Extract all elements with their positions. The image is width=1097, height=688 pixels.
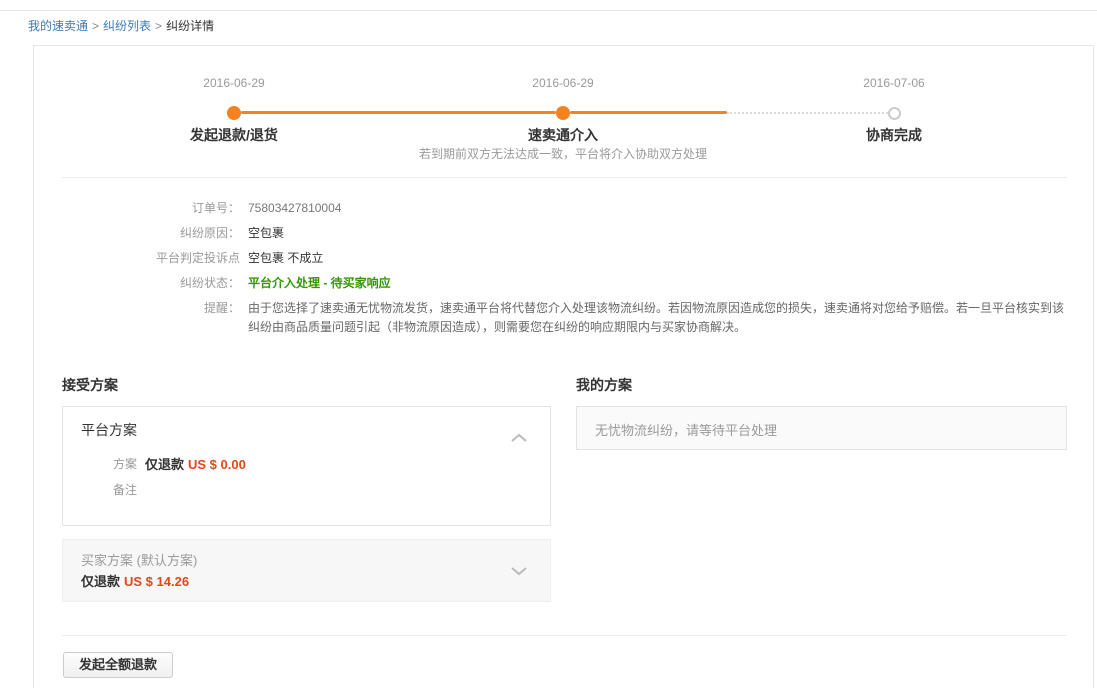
timeline-step2-date: 2016-06-29 <box>403 76 723 90</box>
platform-plan-card: 平台方案 方案 仅退款 US $ 0.00 备注 <box>62 406 551 526</box>
timeline-segment-done <box>241 111 556 114</box>
remark-label: 备注 <box>63 482 137 499</box>
platform-plan-header[interactable]: 平台方案 <box>63 407 550 440</box>
timeline-step3-label: 协商完成 <box>734 125 1054 145</box>
dispute-reason-label: 纠纷原因： <box>34 221 240 246</box>
chevron-up-icon[interactable] <box>510 433 528 443</box>
timeline-segment-pending <box>727 112 888 114</box>
dispute-status-label: 纠纷状态： <box>34 271 240 296</box>
order-number-value: 75803427810004 <box>248 196 341 221</box>
breadcrumb: 我的速卖通 > 纠纷列表 > 纠纷详情 <box>28 17 1097 34</box>
top-divider <box>0 10 1097 11</box>
plan-label: 方案 <box>63 456 137 473</box>
order-number-label: 订单号： <box>34 196 240 221</box>
timeline-step1-date: 2016-06-29 <box>74 76 394 90</box>
chevron-down-icon[interactable] <box>510 566 528 576</box>
platform-plan-amount: US $ 0.00 <box>188 456 246 473</box>
dispute-detail-panel: 2016-06-29 发起退款/退货 2016-06-29 速卖通介入 若到期前… <box>33 45 1094 688</box>
buyer-plan-amount-row: 仅退款 US $ 14.26 <box>81 571 510 590</box>
platform-plan-row: 方案 仅退款 US $ 0.00 <box>63 456 550 473</box>
timeline-step2-note: 若到期前双方无法达成一致，平台将介入协助双方处理 <box>323 145 803 162</box>
plans-section: 接受方案 平台方案 方案 仅退款 US $ 0.00 备注 买家方案 (默认方案… <box>62 375 1067 602</box>
actions-divider <box>62 635 1067 636</box>
breadcrumb-link-dispute-list[interactable]: 纠纷列表 <box>103 19 151 33</box>
timeline-dot-step3 <box>888 107 901 120</box>
dispute-progress-timeline: 2016-06-29 发起退款/退货 2016-06-29 速卖通介入 若到期前… <box>34 46 1093 177</box>
timeline-step3-date: 2016-07-06 <box>734 76 1054 90</box>
detail-row-dispute-reason: 纠纷原因： 空包裹 <box>34 221 1093 246</box>
detail-row-reminder: 提醒： 由于您选择了速卖通无忧物流发货，速卖通平台将代替您介入处理该物流纠纷。若… <box>34 299 1093 337</box>
full-refund-button[interactable]: 发起全额退款 <box>63 652 173 678</box>
breadcrumb-separator: > <box>155 19 162 33</box>
breadcrumb-current-dispute-detail: 纠纷详情 <box>166 19 214 33</box>
my-plan-column: 我的方案 无忧物流纠纷，请等待平台处理 <box>576 375 1067 602</box>
my-plan-message: 无忧物流纠纷，请等待平台处理 <box>595 423 777 438</box>
buyer-plan-amount: US $ 14.26 <box>124 574 189 589</box>
platform-judgement-value: 空包裹 不成立 <box>248 246 323 271</box>
plan-type-value: 仅退款 <box>145 456 184 473</box>
dispute-status-value: 平台介入处理 - 待买家响应 <box>248 271 391 296</box>
timeline-segment-partial <box>570 111 727 114</box>
breadcrumb-separator: > <box>92 19 99 33</box>
dispute-details: 订单号： 75803427810004 纠纷原因： 空包裹 平台判定投诉点 空包… <box>34 196 1093 337</box>
buyer-plan-type: 仅退款 <box>81 574 120 589</box>
detail-row-dispute-status: 纠纷状态： 平台介入处理 - 待买家响应 <box>34 271 1093 296</box>
section-divider <box>62 177 1067 178</box>
reminder-text: 由于您选择了速卖通无忧物流发货，速卖通平台将代替您介入处理该物流纠纷。若因物流原… <box>248 299 1066 337</box>
timeline-dot-step1 <box>227 106 241 120</box>
reminder-label: 提醒： <box>34 299 240 337</box>
timeline-step2-label: 速卖通介入 <box>403 125 723 145</box>
dispute-reason-value: 空包裹 <box>248 221 284 246</box>
my-plan-title: 我的方案 <box>576 375 1067 394</box>
detail-row-order-number: 订单号： 75803427810004 <box>34 196 1093 221</box>
platform-judgement-label: 平台判定投诉点 <box>34 246 240 271</box>
detail-row-platform-judgement: 平台判定投诉点 空包裹 不成立 <box>34 246 1093 271</box>
buyer-plan-title: 买家方案 (默认方案) <box>81 550 510 569</box>
accepted-plans-column: 接受方案 平台方案 方案 仅退款 US $ 0.00 备注 买家方案 (默认方案… <box>62 375 551 602</box>
platform-plan-remark-row: 备注 <box>63 482 550 499</box>
timeline-step1-label: 发起退款/退货 <box>74 125 394 145</box>
accepted-plans-title: 接受方案 <box>62 375 551 394</box>
timeline-dot-step2 <box>556 106 570 120</box>
my-plan-message-box: 无忧物流纠纷，请等待平台处理 <box>576 406 1067 450</box>
breadcrumb-link-my-aliexpress[interactable]: 我的速卖通 <box>28 19 88 33</box>
buyer-plan-card[interactable]: 买家方案 (默认方案) 仅退款 US $ 14.26 <box>62 539 551 602</box>
